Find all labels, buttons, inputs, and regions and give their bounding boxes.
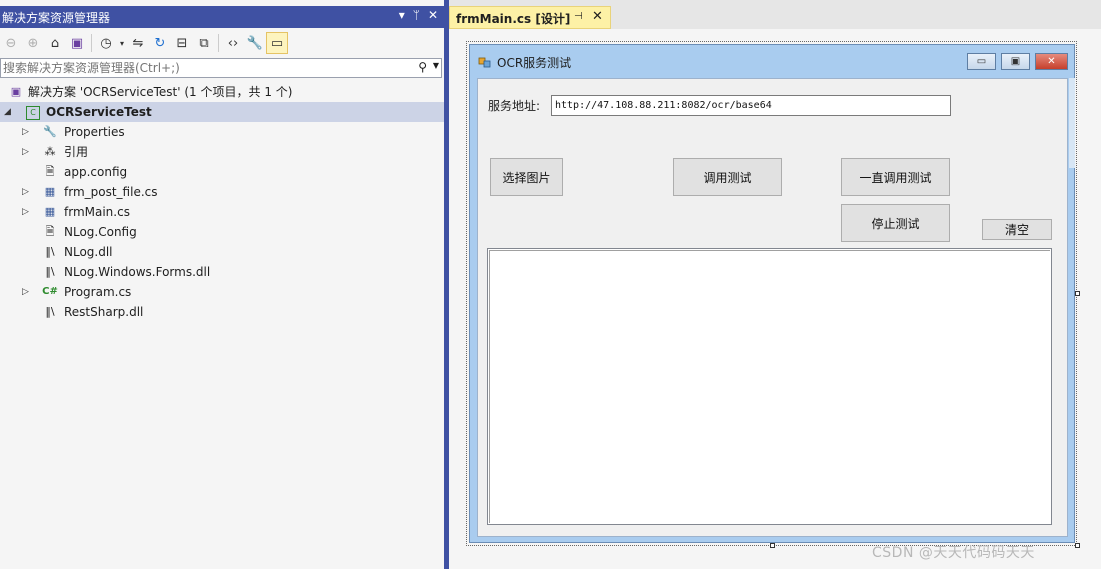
view-code-icon[interactable]: ‹›	[222, 32, 244, 54]
output-textbox-inner	[489, 250, 1050, 523]
pin-icon[interactable]: ᛘ	[413, 8, 420, 22]
stop-test-button[interactable]: 停止测试	[841, 204, 950, 242]
toolbar-separator	[218, 34, 219, 52]
sync-icon[interactable]: ⇋	[127, 32, 149, 54]
tree-item-label: app.config	[64, 165, 128, 179]
chevron-down-icon[interactable]: ▼	[433, 61, 439, 70]
tree-item-label: frm_post_file.cs	[64, 185, 158, 199]
expand-arrow-icon[interactable]: ▷	[22, 142, 29, 162]
solution-icon: ▣	[10, 85, 22, 98]
tree-item[interactable]: ▷ 🔧 Properties	[0, 122, 444, 142]
form-border-strip	[1069, 78, 1075, 168]
preview-selected-icon[interactable]: ▭	[266, 32, 288, 54]
service-address-label: 服务地址:	[488, 99, 541, 113]
call-test-button[interactable]: 调用测试	[673, 158, 782, 196]
tree-item-label: frmMain.cs	[64, 205, 130, 219]
solution-node[interactable]: ▣ 解决方案 'OCRServiceTest' (1 个项目，共 1 个)	[0, 82, 444, 102]
solution-explorer-toolbar: ⊖ ⊕ ⌂ ▣ ◷ ▾ ⇋ ↻ ⊟ ⧉ ‹› 🔧 ▭	[0, 30, 444, 56]
tree-item-label: Properties	[64, 125, 125, 139]
solution-explorer-title: 解决方案资源管理器	[2, 11, 111, 25]
project-label: OCRServiceTest	[46, 105, 152, 119]
tree-item[interactable]: ‖\ NLog.dll	[0, 242, 444, 262]
tree-item[interactable]: ‖\ RestSharp.dll	[0, 302, 444, 322]
watermark: CSDN @天天代码码天天	[872, 545, 1035, 561]
form-title: OCR服务测试	[497, 56, 572, 70]
toolbar-separator	[91, 34, 92, 52]
output-textbox[interactable]	[487, 248, 1052, 525]
expand-arrow-icon[interactable]: ▷	[22, 202, 29, 222]
form-app-icon	[478, 55, 492, 69]
tree-item[interactable]: 🗎 NLog.Config	[0, 222, 444, 242]
show-all-files-icon[interactable]: ⧉	[193, 32, 215, 54]
tree-item[interactable]: 🗎 app.config	[0, 162, 444, 182]
switch-views-icon[interactable]: ▣	[66, 32, 88, 54]
select-image-button[interactable]: 选择图片	[490, 158, 563, 196]
refresh-icon[interactable]: ↻	[149, 32, 171, 54]
properties-wrench-icon[interactable]: 🔧	[244, 32, 266, 54]
tree-item[interactable]: ▷ C# Program.cs	[0, 282, 444, 302]
dll-icon: ‖\	[45, 265, 55, 278]
csharp-project-icon: C	[26, 106, 40, 120]
solution-explorer-search[interactable]: ⚲ ▼	[0, 58, 442, 78]
csharp-file-icon: C#	[42, 286, 58, 297]
expand-arrow-icon[interactable]: ▷	[22, 122, 29, 142]
tree-item-label: NLog.Windows.Forms.dll	[64, 265, 211, 279]
tree-item[interactable]: ‖\ NLog.Windows.Forms.dll	[0, 262, 444, 282]
wrench-icon: 🔧	[43, 125, 57, 138]
dll-icon: ‖\	[45, 305, 55, 318]
chevron-down-icon[interactable]: ▾	[117, 32, 127, 54]
loop-call-test-button[interactable]: 一直调用测试	[841, 158, 950, 196]
tree-item-label: NLog.Config	[64, 225, 137, 239]
dropdown-icon[interactable]: ▾	[399, 8, 405, 22]
search-input[interactable]	[1, 59, 417, 77]
expand-arrow-icon[interactable]: ▷	[22, 182, 29, 202]
tree-item[interactable]: ▷ ⁂ 引用	[0, 142, 444, 162]
solution-explorer-titlebar: 解决方案资源管理器 ▾ ᛘ ✕	[0, 6, 444, 28]
expanded-arrow-icon[interactable]: ◢	[4, 102, 11, 122]
tree-item-label: NLog.dll	[64, 245, 113, 259]
minimize-button[interactable]: ▭	[967, 53, 996, 70]
close-icon[interactable]: ✕	[428, 8, 438, 22]
pending-changes-icon[interactable]: ◷	[95, 32, 117, 54]
pin-icon[interactable]: ⊣	[574, 11, 583, 22]
maximize-button[interactable]: ▣	[1001, 53, 1030, 70]
tree-item[interactable]: ▷ ▦ frm_post_file.cs	[0, 182, 444, 202]
home-icon[interactable]: ⌂	[44, 32, 66, 54]
solution-tree: ▣ 解决方案 'OCRServiceTest' (1 个项目，共 1 个) ◢ …	[0, 82, 444, 322]
references-icon: ⁂	[44, 145, 56, 158]
form-file-icon: ▦	[44, 185, 56, 198]
config-file-icon: 🗎	[45, 225, 55, 238]
solution-label: 解决方案 'OCRServiceTest' (1 个项目，共 1 个)	[28, 85, 293, 99]
collapse-all-icon[interactable]: ⊟	[171, 32, 193, 54]
project-node[interactable]: ◢ C OCRServiceTest	[0, 102, 444, 122]
back-icon[interactable]: ⊖	[0, 32, 22, 54]
config-file-icon: 🗎	[45, 165, 55, 178]
clear-button[interactable]: 清空	[982, 219, 1052, 240]
resize-handle[interactable]	[1075, 291, 1080, 296]
expand-arrow-icon[interactable]: ▷	[22, 282, 29, 302]
tab-label: frmMain.cs [设计]	[456, 12, 571, 26]
close-button[interactable]: ✕	[1035, 53, 1068, 70]
resize-handle[interactable]	[1075, 543, 1080, 548]
resize-handle[interactable]	[770, 543, 775, 548]
tree-item-label: Program.cs	[64, 285, 132, 299]
tree-item-label: 引用	[64, 145, 89, 159]
form-file-icon: ▦	[44, 205, 56, 218]
service-url-input[interactable]: http://47.108.88.211:8082/ocr/base64	[551, 95, 951, 116]
dll-icon: ‖\	[45, 245, 55, 258]
forward-icon[interactable]: ⊕	[22, 32, 44, 54]
close-icon[interactable]: ✕	[592, 9, 603, 24]
tree-item[interactable]: ▷ ▦ frmMain.cs	[0, 202, 444, 222]
tree-item-label: RestSharp.dll	[64, 305, 144, 319]
tab-frmmain-design[interactable]: frmMain.cs [设计] ⊣ ✕	[449, 6, 611, 29]
search-icon[interactable]: ⚲	[418, 60, 427, 74]
